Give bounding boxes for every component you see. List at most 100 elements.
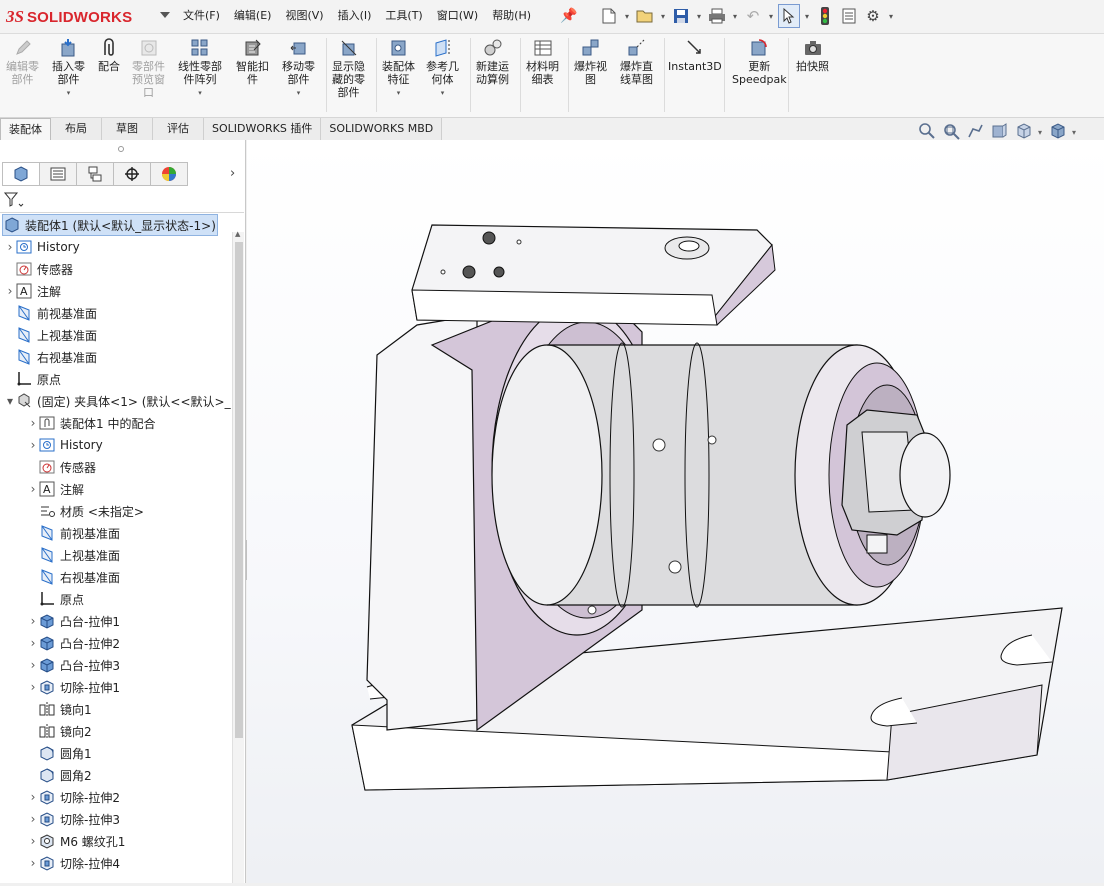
update-speedpak-button[interactable]: 更新 Speedpak [732, 38, 787, 86]
take-snapshot-button[interactable]: 拍快照 [796, 38, 829, 73]
smart-fasteners-button[interactable]: 智能扣 件 [236, 38, 269, 86]
options-gear-icon[interactable]: ⚙ [862, 4, 884, 28]
tree-item[interactable]: 传感器 [0, 258, 232, 280]
menu-view[interactable]: 视图(V) [278, 8, 330, 24]
linear-pattern-dropdown-icon[interactable]: ▾ [198, 87, 202, 100]
undo-dropdown-icon[interactable]: ▾ [766, 4, 776, 28]
menu-edit[interactable]: 编辑(E) [227, 8, 279, 24]
tree-item[interactable]: 原点 [0, 368, 232, 390]
undo-icon[interactable]: ↶ [742, 4, 764, 28]
tree-item[interactable]: 前视基准面 [0, 522, 232, 544]
open-document-icon[interactable] [634, 4, 656, 28]
tree-item[interactable]: › 切除-拉伸1 [0, 676, 232, 698]
select-pointer-icon[interactable] [778, 4, 800, 28]
explode-line-sketch-button[interactable]: 爆炸直 线草图 [620, 38, 653, 86]
tree-item[interactable]: › History [0, 434, 232, 456]
tree-item[interactable]: 传感器 [0, 456, 232, 478]
tree-item[interactable]: 原点 [0, 588, 232, 610]
print-dropdown-icon[interactable]: ▾ [730, 4, 740, 28]
expand-arrow-icon[interactable]: › [28, 856, 38, 870]
tree-item[interactable]: 镜向2 [0, 720, 232, 742]
menu-insert[interactable]: 插入(I) [331, 8, 379, 24]
tree-item[interactable]: 圆角1 [0, 742, 232, 764]
tab-layout[interactable]: 布局 [51, 118, 102, 140]
feature-tree-scrollbar[interactable]: ▲ [232, 230, 244, 883]
display-style-icon[interactable] [1048, 122, 1066, 143]
assembly-features-button[interactable]: 装配体 特征 ▾ [382, 38, 415, 100]
expand-arrow-icon[interactable]: › [5, 240, 15, 254]
tree-item[interactable]: 材质 <未指定> [0, 500, 232, 522]
show-hidden-components-button[interactable]: 显示隐 藏的零 部件 [332, 38, 365, 99]
tree-item[interactable]: › 切除-拉伸4 [0, 852, 232, 874]
rebuild-traffic-light-icon[interactable] [814, 4, 836, 28]
expand-arrow-icon[interactable]: › [28, 834, 38, 848]
scroll-thumb[interactable] [235, 242, 243, 738]
menu-window[interactable]: 窗口(W) [430, 8, 485, 24]
tree-item[interactable]: › A 注解 [0, 280, 232, 302]
tree-item[interactable]: › History [0, 236, 232, 258]
tree-item[interactable]: › 凸台-拉伸2 [0, 632, 232, 654]
move-component-button[interactable]: 移动零 部件 ▾ [282, 38, 315, 100]
tree-root-assembly[interactable]: 装配体1 (默认<默认_显示状态-1>) [2, 214, 218, 236]
tree-item[interactable]: › 装配体1 中的配合 [0, 412, 232, 434]
tab-sketch[interactable]: 草图 [102, 118, 153, 140]
dimxpert-manager-tab-icon[interactable] [113, 162, 151, 186]
view-orientation-dropdown-icon[interactable]: ▾ [1038, 128, 1042, 137]
tree-item[interactable]: 上视基准面 [0, 324, 232, 346]
section-view-icon[interactable] [990, 122, 1008, 143]
tree-item[interactable]: › 切除-拉伸2 [0, 786, 232, 808]
insert-components-button[interactable]: 插入零 部件 ▾ [52, 38, 85, 100]
menu-help[interactable]: 帮助(H) [485, 8, 538, 24]
logo-flyout-icon[interactable] [160, 12, 170, 18]
tree-item[interactable]: › M6 螺纹孔1 [0, 830, 232, 852]
tree-item[interactable]: 前视基准面 [0, 302, 232, 324]
display-manager-tab-icon[interactable] [150, 162, 188, 186]
tab-solidworks-mbd[interactable]: SOLIDWORKS MBD [321, 118, 443, 140]
print-icon[interactable] [706, 4, 728, 28]
collapse-arrow-icon[interactable]: ▾ [5, 394, 15, 408]
tree-item[interactable]: › 凸台-拉伸1 [0, 610, 232, 632]
tree-item[interactable]: 圆角2 [0, 764, 232, 786]
tree-item[interactable]: 上视基准面 [0, 544, 232, 566]
open-document-dropdown-icon[interactable]: ▾ [658, 4, 668, 28]
expand-arrow-icon[interactable]: › [28, 658, 38, 672]
mate-button[interactable]: 配合 [98, 38, 120, 73]
reference-geometry-button[interactable]: 参考几 何体 ▾ [426, 38, 459, 100]
tree-item[interactable]: 镜向1 [0, 698, 232, 720]
exploded-view-button[interactable]: 爆炸视 图 [574, 38, 607, 86]
tabs-scroll-right-icon[interactable]: › [230, 166, 235, 181]
reference-geometry-dropdown-icon[interactable]: ▾ [441, 87, 445, 100]
insert-components-dropdown-icon[interactable]: ▾ [67, 87, 71, 100]
save-icon[interactable] [670, 4, 692, 28]
expand-arrow-icon[interactable]: › [28, 416, 38, 430]
expand-arrow-icon[interactable]: › [5, 284, 15, 298]
scroll-up-icon[interactable]: ▲ [235, 230, 240, 238]
file-properties-icon[interactable] [838, 4, 860, 28]
assembly-features-dropdown-icon[interactable]: ▾ [397, 87, 401, 100]
tab-assembly[interactable]: 装配体 [0, 118, 51, 140]
expand-arrow-icon[interactable]: › [28, 438, 38, 452]
tree-item[interactable]: › 凸台-拉伸3 [0, 654, 232, 676]
move-component-dropdown-icon[interactable]: ▾ [297, 87, 301, 100]
tree-item[interactable]: 右视基准面 [0, 566, 232, 588]
select-dropdown-icon[interactable]: ▾ [802, 4, 812, 28]
graphics-area[interactable] [247, 140, 1104, 883]
panel-collapse-handle[interactable] [118, 146, 124, 152]
expand-arrow-icon[interactable]: › [28, 614, 38, 628]
edit-component-button[interactable]: 编辑零 部件 [6, 38, 39, 86]
tree-item[interactable]: 右视基准面 [0, 346, 232, 368]
view-orientation-icon[interactable] [1014, 122, 1032, 143]
solidworks-logo[interactable]: 3S SOLIDWORKS [6, 4, 156, 30]
bill-of-materials-button[interactable]: 材料明 细表 [526, 38, 559, 86]
previous-view-icon[interactable] [966, 122, 984, 143]
zoom-to-fit-icon[interactable] [918, 122, 936, 143]
zoom-to-area-icon[interactable] [942, 122, 960, 143]
save-dropdown-icon[interactable]: ▾ [694, 4, 704, 28]
tab-solidworks-addins[interactable]: SOLIDWORKS 插件 [204, 118, 322, 140]
instant3d-button[interactable]: Instant3D [668, 38, 722, 73]
expand-arrow-icon[interactable]: › [28, 482, 38, 496]
menu-tools[interactable]: 工具(T) [378, 8, 429, 24]
linear-pattern-button[interactable]: 线性零部 件阵列 ▾ [178, 38, 222, 100]
configuration-manager-tab-icon[interactable] [76, 162, 114, 186]
filter-icon[interactable] [3, 192, 28, 210]
